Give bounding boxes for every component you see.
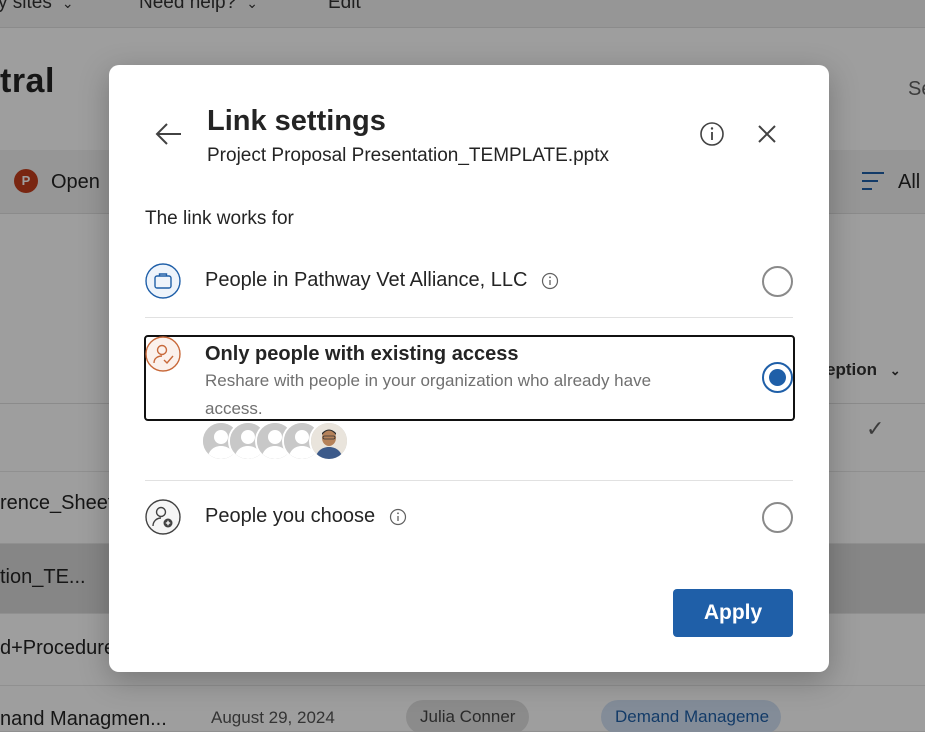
divider xyxy=(145,317,793,318)
option-existing-description: Reshare with people in your organization… xyxy=(205,371,652,418)
back-arrow-icon[interactable] xyxy=(151,117,185,151)
briefcase-icon xyxy=(145,263,181,299)
avatar-photo xyxy=(309,421,349,461)
radio-org[interactable] xyxy=(762,266,793,297)
divider xyxy=(145,480,793,481)
person-add-icon xyxy=(145,499,181,535)
dialog-title: Link settings xyxy=(207,105,386,137)
info-icon[interactable] xyxy=(541,272,559,290)
person-check-icon xyxy=(145,336,181,372)
option-existing-label: Only people with existing access xyxy=(205,343,519,365)
option-choose-label: People you choose xyxy=(205,505,407,528)
dialog-subtitle: Project Proposal Presentation_TEMPLATE.p… xyxy=(207,145,610,166)
info-icon[interactable] xyxy=(699,121,725,147)
info-icon[interactable] xyxy=(389,508,407,526)
apply-button[interactable]: Apply xyxy=(673,589,793,637)
option-org-label: People in Pathway Vet Alliance, LLC xyxy=(205,269,559,292)
link-settings-dialog: Link settings Project Proposal Presentat… xyxy=(109,65,829,672)
close-icon[interactable] xyxy=(754,121,780,147)
radio-choose[interactable] xyxy=(762,502,793,533)
radio-existing[interactable] xyxy=(762,362,793,393)
section-label: The link works for xyxy=(145,208,294,229)
